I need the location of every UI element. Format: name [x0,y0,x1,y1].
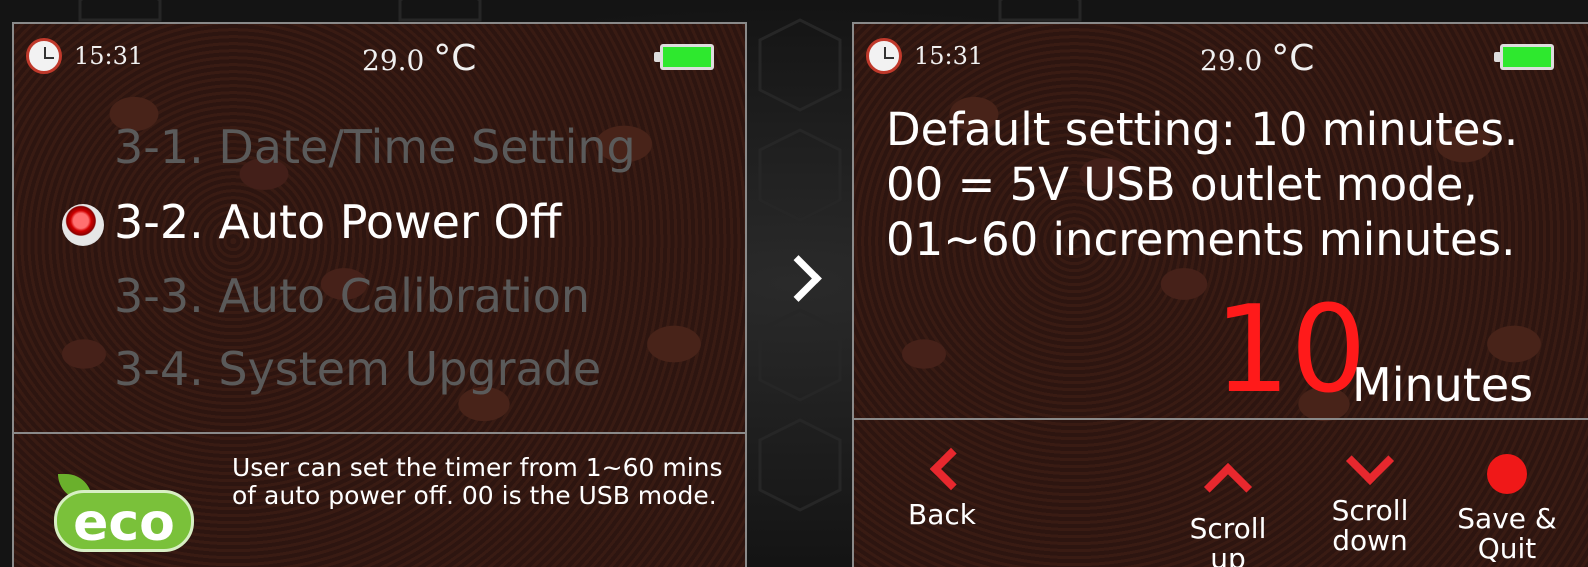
timer-value: 10 [1214,281,1367,420]
temperature-value: 29.0 [1200,44,1263,77]
setting-description: Default setting: 10 minutes. 00 = 5V USB… [886,102,1586,267]
description-line: 01~60 increments minutes. [886,213,1516,266]
scroll-up-label-1: Scroll [1189,512,1267,545]
scroll-down-label-1: Scroll [1331,494,1409,527]
status-bar: 15:31 29.0 °C [854,34,1588,84]
menu-item-auto-power-off[interactable]: 3-2. Auto Power Off [114,195,561,249]
battery-icon [1494,44,1554,70]
save-quit-label-1: Save & [1457,502,1557,535]
clock-icon [26,38,62,74]
temperature-readout: 29.0 °C [1200,38,1314,79]
battery-icon [654,44,714,70]
scroll-down-label-2: down [1332,524,1408,557]
timer-unit: Minutes [1352,358,1534,412]
chevron-down-icon [1345,436,1395,486]
save-quit-label-2: Quit [1477,532,1537,565]
back-icon [929,447,973,491]
settings-menu-screen: 15:31 29.0 °C 3-1. Date/Time Setting 3-2… [12,22,747,567]
divider [854,418,1588,420]
temperature-readout: 29.0 °C [362,38,476,79]
scroll-down-button[interactable]: Scroll down [1320,436,1420,557]
eco-label: eco [54,490,194,553]
description-line: 00 = 5V USB outlet mode, [886,158,1478,211]
back-button[interactable]: Back [902,447,982,531]
radio-selected-icon [62,204,104,246]
menu-item-auto-calibration[interactable]: 3-3. Auto Calibration [114,269,590,323]
temperature-unit: °C [433,38,477,79]
menu-item-system-upgrade[interactable]: 3-4. System Upgrade [114,342,601,396]
divider [14,432,745,434]
auto-power-off-screen: 15:31 29.0 °C Default setting: 10 minute… [852,22,1588,567]
back-label: Back [908,498,976,531]
clock-time: 15:31 [914,42,984,70]
menu-item-date-time-setting[interactable]: 3-1. Date/Time Setting [114,120,636,174]
status-bar: 15:31 29.0 °C [14,34,745,84]
eco-icon: eco [50,474,198,554]
save-quit-button[interactable]: Save & Quit [1452,454,1562,564]
description-line: Default setting: 10 minutes. [886,103,1519,156]
temperature-value: 29.0 [362,44,425,77]
scroll-up-label-2: up [1210,542,1246,567]
temperature-unit: °C [1271,38,1315,79]
scroll-up-button[interactable]: Scroll up [1178,462,1278,567]
chevron-up-icon [1203,462,1253,512]
clock-icon [866,38,902,74]
help-note: User can set the timer from 1~60 mins of… [232,453,723,510]
clock-time: 15:31 [74,42,144,70]
save-dot-icon [1487,454,1527,494]
